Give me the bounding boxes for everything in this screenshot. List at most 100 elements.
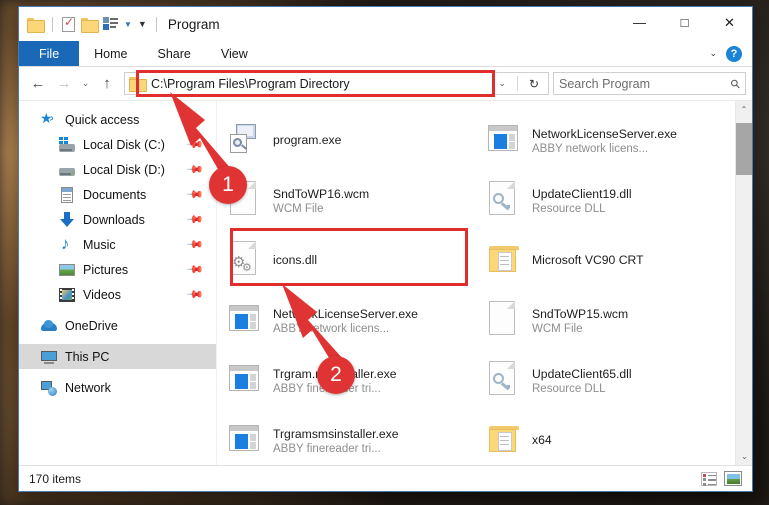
navigation-pane: Quick access Local Disk (C:) 📌 Local Dis… xyxy=(19,101,217,465)
scroll-up-button[interactable]: ⌃ xyxy=(736,101,752,118)
sidebar-item-label: Local Disk (D:) xyxy=(83,162,165,177)
search-input[interactable]: Search Program ⚲ xyxy=(553,72,746,95)
sidebar-item-music[interactable]: Music 📌 xyxy=(19,232,216,257)
pin-icon[interactable]: 📌 xyxy=(186,210,205,229)
folder-icon[interactable] xyxy=(27,17,45,33)
file-item-icons-dll[interactable]: ⚙ ⚙ icons.dll xyxy=(217,231,476,291)
file-text: NetworkLicenseServer.exe ABBY network li… xyxy=(532,127,677,155)
scrollbar-thumb[interactable] xyxy=(736,123,752,175)
file-item[interactable]: Trgramsmsinstaller.exe ABBY finereader t… xyxy=(217,411,476,465)
annotation-marker-2: 2 xyxy=(317,356,355,394)
pictures-icon xyxy=(59,262,75,278)
annotation-marker-1: 1 xyxy=(209,166,247,204)
address-bar-row: ← → ⌄ ↑ C:\Program Files\Program Directo… xyxy=(19,67,752,100)
address-folder-icon xyxy=(129,77,147,92)
folder-icon xyxy=(486,241,520,281)
file-subtitle: ABBY network licens... xyxy=(273,323,390,335)
new-folder-icon[interactable] xyxy=(81,17,99,33)
file-text: program.exe xyxy=(273,133,341,149)
toolbar-separator xyxy=(52,16,53,32)
file-name: UpdateClient19.dll xyxy=(532,187,632,201)
address-bar-wrapper: C:\Program Files\Program Directory ⌄ ↻ xyxy=(124,72,549,95)
sidebar-item-quick-access[interactable]: Quick access xyxy=(19,107,216,132)
tab-view[interactable]: View xyxy=(206,41,263,66)
sidebar-item-local-disk-d[interactable]: Local Disk (D:) 📌 xyxy=(19,157,216,182)
title-bar: ▼ ▼ Program — □ ✕ xyxy=(19,7,752,41)
pin-icon[interactable]: 📌 xyxy=(186,260,205,279)
pin-icon[interactable]: 📌 xyxy=(186,285,205,304)
file-name: UpdateClient65.dll xyxy=(532,367,632,381)
sidebar-item-this-pc[interactable]: This PC xyxy=(19,344,216,369)
customize-toolbar-chevron-down-icon[interactable]: ▼ xyxy=(138,19,147,29)
file-explorer-window: ▼ ▼ Program — □ ✕ File Home Share View ⌄… xyxy=(18,6,753,492)
file-subtitle: WCM File xyxy=(273,203,324,215)
music-icon xyxy=(59,234,75,254)
file-name: NetworkLicenseServer.exe xyxy=(273,307,418,321)
address-chevron-down-icon[interactable]: ⌄ xyxy=(493,78,511,89)
downloads-icon xyxy=(59,211,75,228)
ribbon-tab-bar: File Home Share View ⌄ ? xyxy=(19,41,752,67)
file-subtitle: WCM File xyxy=(532,323,583,335)
view-options-chevron-down-icon[interactable]: ▼ xyxy=(124,20,132,29)
exe-icon xyxy=(227,421,261,461)
file-text: Microsoft VC90 CRT xyxy=(532,253,644,269)
sidebar-item-network[interactable]: Network xyxy=(19,375,216,400)
pin-icon[interactable]: 📌 xyxy=(186,235,205,254)
scroll-down-button[interactable]: ⌄ xyxy=(736,448,752,465)
address-path-text: C:\Program Files\Program Directory xyxy=(151,76,350,91)
sidebar-item-label: Downloads xyxy=(83,212,145,227)
file-name: icons.dll xyxy=(273,253,318,267)
file-text: UpdateClient65.dll Resource DLL xyxy=(532,367,632,395)
sidebar-item-videos[interactable]: Videos 📌 xyxy=(19,282,216,307)
address-bar[interactable]: C:\Program Files\Program Directory ⌄ ↻ xyxy=(124,72,549,95)
details-view-icon[interactable] xyxy=(701,471,717,486)
file-item[interactable]: x64 xyxy=(476,411,735,465)
pin-icon[interactable]: 📌 xyxy=(186,160,205,179)
file-item[interactable]: program.exe xyxy=(217,111,476,171)
maximize-button[interactable]: □ xyxy=(662,7,707,38)
sidebar-item-pictures[interactable]: Pictures 📌 xyxy=(19,257,216,282)
file-text: SndToWP15.wcm WCM File xyxy=(532,307,628,335)
file-name: SndToWP15.wcm xyxy=(532,307,629,321)
tab-home[interactable]: Home xyxy=(79,41,142,66)
refresh-icon[interactable]: ↻ xyxy=(524,77,544,91)
onedrive-icon xyxy=(41,318,57,334)
properties-icon[interactable] xyxy=(62,15,75,32)
sidebar-item-local-disk-c[interactable]: Local Disk (C:) 📌 xyxy=(19,132,216,157)
ribbon-expand-chevron-down-icon[interactable]: ⌄ xyxy=(709,48,717,59)
quick-access-star-icon xyxy=(40,110,57,128)
sidebar-item-label: OneDrive xyxy=(65,318,118,333)
local-disk-c-icon xyxy=(59,136,75,153)
file-item[interactable]: UpdateClient65.dll Resource DLL xyxy=(476,351,735,411)
forward-button[interactable]: → xyxy=(51,71,77,97)
vertical-scrollbar[interactable]: ⌃ ⌄ xyxy=(735,101,752,465)
close-button[interactable]: ✕ xyxy=(707,7,752,38)
file-item[interactable]: SndToWP15.wcm WCM File xyxy=(476,291,735,351)
sidebar-item-onedrive[interactable]: OneDrive xyxy=(19,313,216,338)
file-text: SndToWP16.wcm WCM File xyxy=(273,187,369,215)
up-button[interactable]: ↑ xyxy=(94,71,120,97)
recent-locations-chevron-down-icon[interactable]: ⌄ xyxy=(77,71,94,97)
file-item[interactable]: Microsoft VC90 CRT xyxy=(476,231,735,291)
this-pc-icon xyxy=(41,349,57,365)
file-item[interactable]: UpdateClient19.dll Resource DLL xyxy=(476,171,735,231)
file-subtitle: ABBY network licens... xyxy=(532,143,649,155)
view-options-icon[interactable] xyxy=(103,17,118,31)
minimize-button[interactable]: — xyxy=(617,7,662,38)
network-icon xyxy=(41,380,57,396)
tab-file[interactable]: File xyxy=(19,41,80,66)
sidebar-item-downloads[interactable]: Downloads 📌 xyxy=(19,207,216,232)
large-icons-view-icon[interactable] xyxy=(724,471,742,486)
file-text: icons.dll xyxy=(273,253,317,269)
help-icon[interactable]: ? xyxy=(726,45,742,62)
file-text: UpdateClient19.dll Resource DLL xyxy=(532,187,632,215)
back-button[interactable]: ← xyxy=(25,71,51,97)
file-item[interactable]: NetworkLicenseServer.exe ABBY network li… xyxy=(217,291,476,351)
tab-share[interactable]: Share xyxy=(143,41,206,66)
file-item[interactable]: SndToWP16.wcm WCM File xyxy=(217,171,476,231)
file-item[interactable]: NetworkLicenseServer.exe ABBY network li… xyxy=(476,111,735,171)
pin-icon[interactable]: 📌 xyxy=(186,135,205,154)
pin-icon[interactable]: 📌 xyxy=(186,185,205,204)
folder-icon xyxy=(486,421,520,461)
sidebar-item-documents[interactable]: Documents 📌 xyxy=(19,182,216,207)
